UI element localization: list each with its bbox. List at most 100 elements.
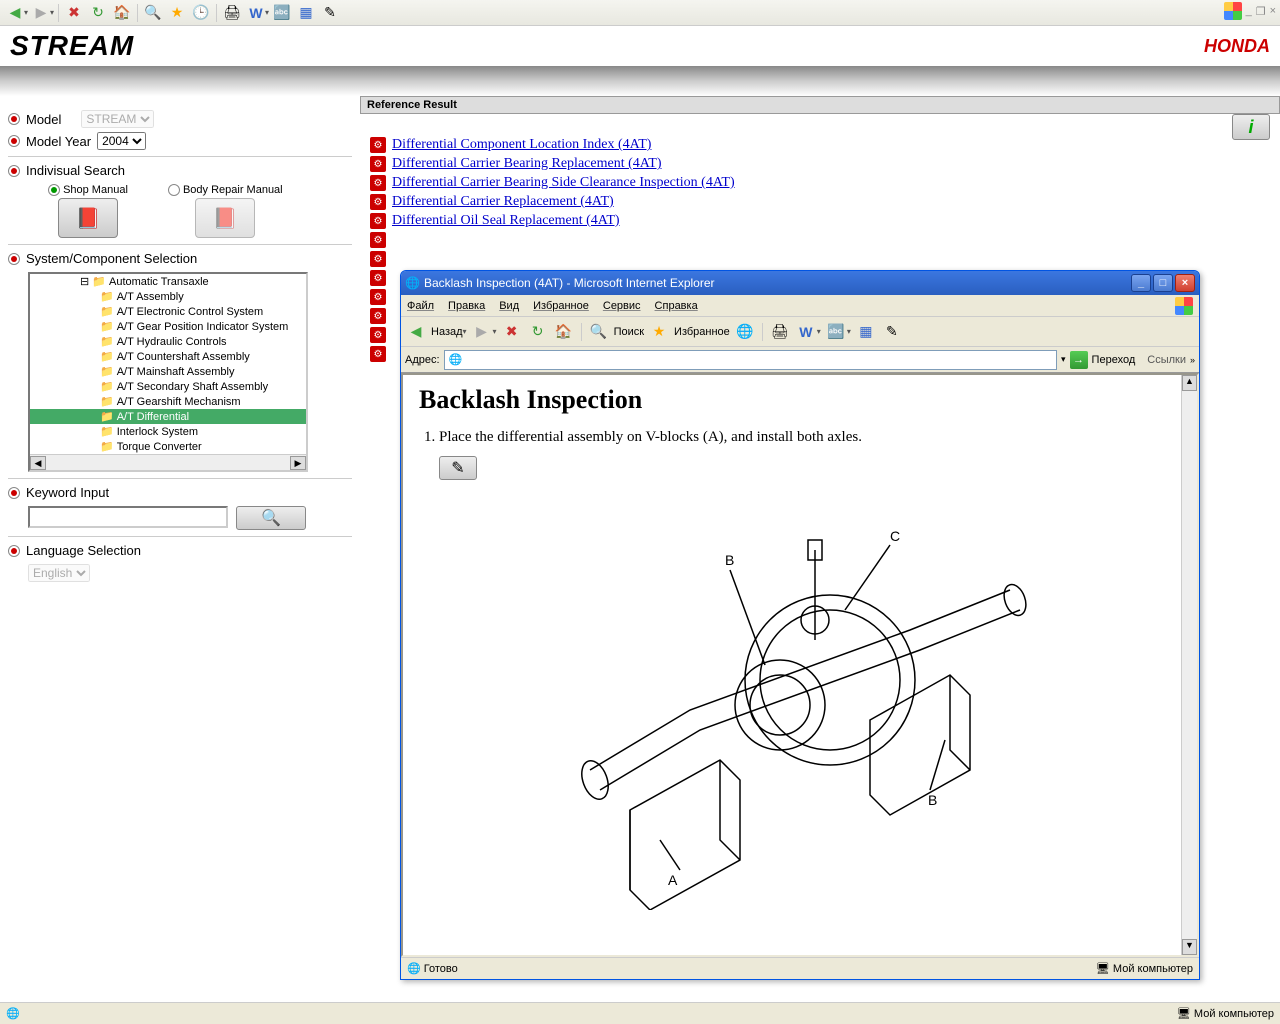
translate-icon[interactable]: 🔤 <box>271 2 293 24</box>
popup-menu-item[interactable]: Сервис <box>603 300 641 312</box>
tree-scroll-left[interactable]: ◀ <box>30 456 46 470</box>
addr-label: Адрес: <box>405 354 440 366</box>
shop-manual-button[interactable]: 📕 <box>58 198 118 238</box>
os-restore[interactable]: ❐ <box>1256 5 1266 18</box>
history-icon[interactable]: 🕒 <box>190 2 212 24</box>
print-icon[interactable]: 🖨 <box>221 2 243 24</box>
brand-header: STREAM HONDA <box>0 26 1280 66</box>
gear-link-icon: ⚙ <box>370 213 386 229</box>
tree-item[interactable]: 📁Interlock System <box>30 424 306 439</box>
info-button[interactable]: i <box>1232 114 1270 140</box>
os-minimize[interactable]: _ <box>1246 5 1252 17</box>
popup-minimize[interactable]: _ <box>1131 274 1151 292</box>
model-radio[interactable] <box>8 113 20 125</box>
tree-item[interactable]: 📁A/T Mainshaft Assembly <box>30 364 306 379</box>
body-repair-radio-row[interactable]: Body Repair Manual <box>168 184 283 196</box>
keyword-radio[interactable] <box>8 487 20 499</box>
year-label: Model Year <box>26 134 91 149</box>
popup-menubar: Файл Правка Вид Избранное Сервис Справка <box>401 295 1199 317</box>
differential-diagram: B C A B <box>550 490 1050 910</box>
body-repair-label: Body Repair Manual <box>183 184 283 196</box>
reference-link[interactable]: Differential Carrier Replacement (4AT) <box>392 194 614 210</box>
popup-address-bar: Адрес: 🌐 ▾ → Переход Ссылки » <box>401 347 1199 373</box>
popup-word-icon[interactable]: W <box>795 321 817 343</box>
gear-link-icon: ⚙ <box>370 194 386 210</box>
scroll-down[interactable]: ▼ <box>1182 939 1197 955</box>
tree-item[interactable]: 📁A/T Gearshift Mechanism <box>30 394 306 409</box>
popup-titlebar[interactable]: 🌐 Backlash Inspection (4AT) - Microsoft … <box>401 271 1199 295</box>
tree-item[interactable]: 📁A/T Electronic Control System <box>30 304 306 319</box>
language-radio[interactable] <box>8 545 20 557</box>
search-icon[interactable]: 🔍 <box>142 2 164 24</box>
popup-print-icon[interactable]: 🖨 <box>769 321 791 343</box>
edit-icon[interactable]: ✎ <box>319 2 341 24</box>
popup-translate-icon[interactable]: 🔤 <box>825 321 847 343</box>
popup-maximize[interactable]: □ <box>1153 274 1173 292</box>
word-icon[interactable]: W <box>245 2 267 24</box>
language-label: Language Selection <box>26 543 141 558</box>
favorites-icon[interactable]: ★ <box>166 2 188 24</box>
reference-header: Reference Result <box>360 96 1280 114</box>
reference-link[interactable]: Differential Oil Seal Replacement (4AT) <box>392 213 620 229</box>
popup-scrollbar[interactable]: ▲ ▼ <box>1181 375 1197 955</box>
popup-edit-icon[interactable]: ✎ <box>881 321 903 343</box>
popup-menu-item[interactable]: Правка <box>448 300 485 312</box>
tree-item[interactable]: 📁A/T Gear Position Indicator System <box>30 319 306 334</box>
tree-item[interactable]: 📁A/T Secondary Shaft Assembly <box>30 379 306 394</box>
model-select: STREAM <box>81 110 154 128</box>
gear-link-icon: ⚙ <box>370 156 386 172</box>
tree-item[interactable]: 📁Torque Converter <box>30 439 306 454</box>
go-button[interactable]: → <box>1070 351 1088 369</box>
popup-content: ▲ ▼ Backlash Inspection Place the differ… <box>401 373 1199 957</box>
addr-dropdown[interactable]: ▾ <box>1061 354 1066 365</box>
back-button[interactable]: ◀ <box>4 2 26 24</box>
year-select[interactable]: 2004 <box>97 132 146 150</box>
reference-link[interactable]: Differential Carrier Bearing Side Cleara… <box>392 175 735 191</box>
body-repair-button[interactable]: 📕 <box>195 198 255 238</box>
year-radio[interactable] <box>8 135 20 147</box>
reference-link[interactable]: Differential Carrier Bearing Replacement… <box>392 156 662 172</box>
tree-item[interactable]: ⊟ 📁Automatic Transaxle <box>30 274 306 289</box>
tool-button[interactable]: ✎ <box>439 456 477 480</box>
popup-menu-item[interactable]: Избранное <box>533 300 589 312</box>
popup-search-icon[interactable]: 🔍 <box>588 321 610 343</box>
forward-button[interactable]: ▶ <box>30 2 52 24</box>
popup-refresh-icon[interactable]: ↻ <box>527 321 549 343</box>
keyword-input[interactable] <box>28 506 228 528</box>
popup-media-icon[interactable]: 🌐 <box>734 321 756 343</box>
popup-forward-button[interactable]: ▶ <box>471 321 493 343</box>
popup-fav-icon[interactable]: ★ <box>648 321 670 343</box>
shop-manual-radio-row[interactable]: Shop Manual <box>48 184 128 196</box>
gear-link-icon: ⚙ <box>370 308 386 324</box>
tree-item[interactable]: 📁A/T Countershaft Assembly <box>30 349 306 364</box>
refresh-icon[interactable]: ↻ <box>87 2 109 24</box>
tree-item[interactable]: 📁A/T Hydraulic Controls <box>30 334 306 349</box>
back-dropdown[interactable]: ▾ <box>24 8 28 17</box>
tree-item[interactable]: 📁A/T Assembly <box>30 289 306 304</box>
popup-grid-icon[interactable]: ▦ <box>855 321 877 343</box>
indivisual-radio[interactable] <box>8 165 20 177</box>
keyword-search-button[interactable]: 🔍 <box>236 506 306 530</box>
home-icon[interactable]: 🏠 <box>111 2 133 24</box>
reference-link[interactable]: Differential Component Location Index (4… <box>392 137 651 153</box>
stop-icon[interactable]: ✖ <box>63 2 85 24</box>
system-radio[interactable] <box>8 253 20 265</box>
component-tree[interactable]: ⊟ 📁Automatic Transaxle📁A/T Assembly📁A/T … <box>28 272 308 472</box>
popup-back-button[interactable]: ◀ <box>405 321 427 343</box>
sidebar: Model STREAM Model Year 2004 Indivisual … <box>0 96 360 592</box>
gear-link-icon: ⚙ <box>370 175 386 191</box>
popup-menu-item[interactable]: Файл <box>407 300 434 312</box>
links-label[interactable]: Ссылки <box>1147 354 1186 366</box>
popup-menu-item[interactable]: Вид <box>499 300 519 312</box>
popup-close[interactable]: × <box>1175 274 1195 292</box>
scroll-up[interactable]: ▲ <box>1182 375 1197 391</box>
addr-input[interactable]: 🌐 <box>444 350 1057 370</box>
grid-icon[interactable]: ▦ <box>295 2 317 24</box>
os-close[interactable]: × <box>1270 5 1276 17</box>
tree-item[interactable]: 📁A/T Differential <box>30 409 306 424</box>
popup-home-icon[interactable]: 🏠 <box>553 321 575 343</box>
popup-menu-item[interactable]: Справка <box>655 300 698 312</box>
popup-stop-icon[interactable]: ✖ <box>501 321 523 343</box>
tree-scroll-right[interactable]: ▶ <box>290 456 306 470</box>
forward-dropdown[interactable]: ▾ <box>50 8 54 17</box>
